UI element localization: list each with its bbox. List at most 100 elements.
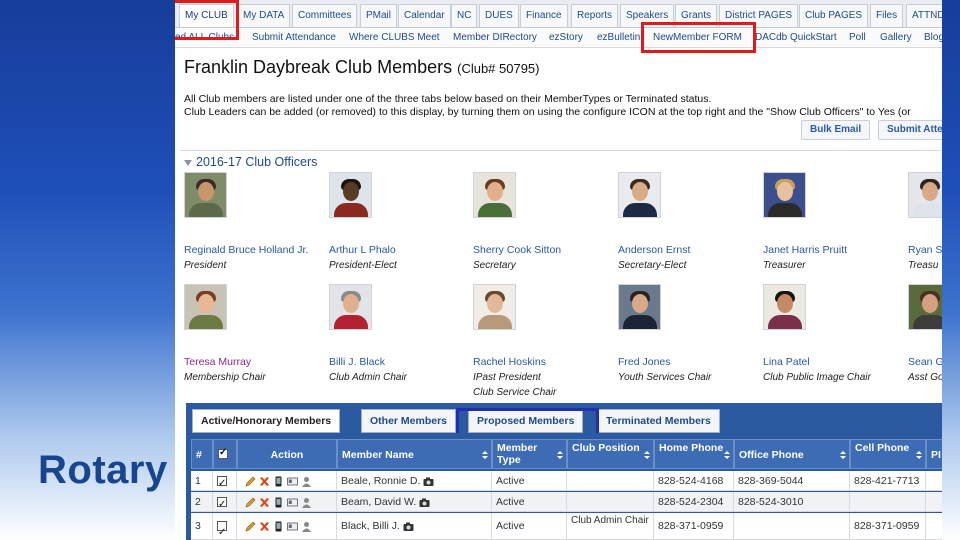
subnav-ezstory[interactable]: ezStory (549, 31, 583, 45)
officer-name[interactable]: Janet Harris Pruitt (763, 244, 903, 256)
officer-card[interactable]: Sean G Asst Go (908, 284, 942, 385)
officer-card[interactable]: Rachel Hoskins IPast President Club Serv… (473, 284, 613, 400)
subnav-where-clubs-meet[interactable]: Where CLUBS Meet (349, 31, 440, 45)
tab-calendar[interactable]: Calendar (398, 4, 451, 27)
officer-card[interactable]: Anderson Ernst Secretary-Elect (618, 172, 758, 273)
sort-icon (644, 451, 650, 459)
officer-name[interactable]: Anderson Ernst (618, 244, 758, 256)
tab-reports[interactable]: Reports (571, 4, 619, 27)
col-header-select[interactable] (213, 439, 237, 469)
officer-name[interactable]: Fred Jones (618, 356, 758, 368)
mobile-phone-icon[interactable] (273, 521, 284, 532)
officer-card[interactable]: Fred Jones Youth Services Chair (618, 284, 758, 385)
bulk-email-button[interactable]: Bulk Email (801, 120, 871, 140)
col-header-home-phone[interactable]: Home Phone (654, 439, 734, 469)
person-icon[interactable] (301, 497, 312, 508)
description-line-2: Club Leaders can be added (or removed) t… (184, 106, 911, 118)
id-card-icon[interactable] (287, 497, 298, 508)
officer-card[interactable]: Arthur L Phalo President-Elect (329, 172, 469, 273)
officer-name[interactable]: Reginald Bruce Holland Jr. (184, 244, 324, 256)
officer-name[interactable]: Rachel Hoskins (473, 356, 613, 368)
tab-other-members[interactable]: Other Members (361, 409, 457, 433)
camera-icon[interactable] (423, 476, 434, 487)
tab-finance[interactable]: Finance (520, 4, 568, 27)
member-name-cell[interactable]: Black, Billi J. (337, 513, 492, 540)
subnav-ezbulletin[interactable]: ezBulletin (597, 31, 640, 45)
col-header-office-phone[interactable]: Office Phone (734, 439, 850, 469)
officers-section-header[interactable]: 2016-17 Club Officers (184, 155, 317, 169)
officer-name[interactable]: Teresa Murray (184, 356, 324, 368)
row-checkbox[interactable] (217, 495, 227, 512)
member-name[interactable]: Beale, Ronnie D. (341, 475, 420, 487)
member-name[interactable]: Beam, David W. (341, 496, 416, 508)
row-checkbox[interactable] (217, 474, 227, 491)
tab-attnd[interactable]: ATTND (906, 4, 942, 27)
col-header-more[interactable]: PI (926, 439, 942, 469)
sort-icon (482, 451, 488, 459)
subnav-dacdb-quickstart[interactable]: DACdb QuickStart (755, 31, 837, 45)
col-header-cell-phone[interactable]: Cell Phone (850, 439, 926, 469)
table-row[interactable]: 1 Beale, Ronnie D. Active 828-524-4168 8… (191, 471, 942, 491)
tab-club-pages[interactable]: Club PAGES (799, 4, 869, 27)
row-checkbox[interactable] (217, 519, 227, 540)
officer-card[interactable]: Billi J. Black Club Admin Chair (329, 284, 469, 385)
officer-card[interactable]: Janet Harris Pruitt Treasurer (763, 172, 903, 273)
submit-attendance-button[interactable]: Submit Atte (878, 120, 942, 140)
row-select-cell (213, 513, 237, 540)
table-row[interactable]: 3 Black, Billi J. Active Club Admin Chai… (191, 513, 942, 540)
edit-pencil-icon[interactable] (245, 476, 256, 487)
mobile-phone-icon[interactable] (273, 476, 284, 487)
person-icon[interactable] (301, 476, 312, 487)
officer-name[interactable]: Lina Patel (763, 356, 903, 368)
row-actions (237, 513, 337, 540)
col-header-member-type[interactable]: Member Type (492, 439, 567, 469)
subnav-member-directory[interactable]: Member DIRectory (453, 31, 537, 45)
subnav-submit-attendance[interactable]: Submit Attendance (252, 31, 336, 45)
edit-pencil-icon[interactable] (245, 497, 256, 508)
id-card-icon[interactable] (287, 521, 298, 532)
member-name-cell[interactable]: Beale, Ronnie D. (337, 471, 492, 491)
officer-name[interactable]: Sherry Cook Sitton (473, 244, 613, 256)
col-header-action[interactable]: Action (237, 439, 337, 469)
tab-dues[interactable]: DUES (479, 4, 519, 27)
officer-name[interactable]: Sean G (908, 356, 942, 368)
row-number: 3 (191, 513, 213, 540)
member-name-cell[interactable]: Beam, David W. (337, 492, 492, 512)
row-select-cell (213, 471, 237, 491)
camera-icon[interactable] (419, 497, 430, 508)
tab-active-honorary-members[interactable]: Active/Honorary Members (192, 409, 341, 433)
officer-name[interactable]: Ryan S (908, 244, 942, 256)
officer-card[interactable]: Sherry Cook Sitton Secretary (473, 172, 613, 273)
delete-x-icon[interactable] (259, 497, 270, 508)
officer-card[interactable]: Teresa Murray Membership Chair (184, 284, 324, 385)
tab-committees[interactable]: Committees (292, 4, 358, 27)
tab-my-data[interactable]: My DATA (237, 4, 291, 27)
officer-name[interactable]: Arthur L Phalo (329, 244, 469, 256)
officer-card[interactable]: Ryan S Treasu (908, 172, 942, 273)
tab-nc[interactable]: NC (451, 4, 478, 27)
table-row[interactable]: 2 Beam, David W. Active 828-524-2304 828… (191, 492, 942, 512)
tab-pmail[interactable]: PMail (360, 4, 398, 27)
subnav-blog[interactable]: Blog (924, 31, 942, 45)
subnav-poll[interactable]: Poll (849, 31, 866, 45)
edit-pencil-icon[interactable] (245, 521, 256, 532)
tab-files[interactable]: Files (870, 4, 904, 27)
delete-x-icon[interactable] (259, 521, 270, 532)
mobile-phone-icon[interactable] (273, 497, 284, 508)
col-header-club-position[interactable]: Club Position (567, 439, 654, 469)
officer-photo (184, 284, 227, 330)
officer-card[interactable]: Reginald Bruce Holland Jr. President (184, 172, 324, 273)
col-header-member-name[interactable]: Member Name (337, 439, 492, 469)
person-icon[interactable] (301, 521, 312, 532)
tab-terminated-members[interactable]: Terminated Members (597, 409, 720, 433)
delete-x-icon[interactable] (259, 476, 270, 487)
id-card-icon[interactable] (287, 476, 298, 487)
officer-card[interactable]: Lina Patel Club Public Image Chair (763, 284, 903, 385)
subnav-gallery[interactable]: Gallery (880, 31, 912, 45)
select-all-checkbox[interactable] (218, 447, 228, 460)
officer-name[interactable]: Billi J. Black (329, 356, 469, 368)
member-name[interactable]: Black, Billi J. (341, 520, 400, 532)
col-header-number[interactable]: # (191, 439, 213, 469)
camera-icon[interactable] (403, 521, 414, 532)
home-phone-cell: 828-524-2304 (654, 492, 734, 512)
